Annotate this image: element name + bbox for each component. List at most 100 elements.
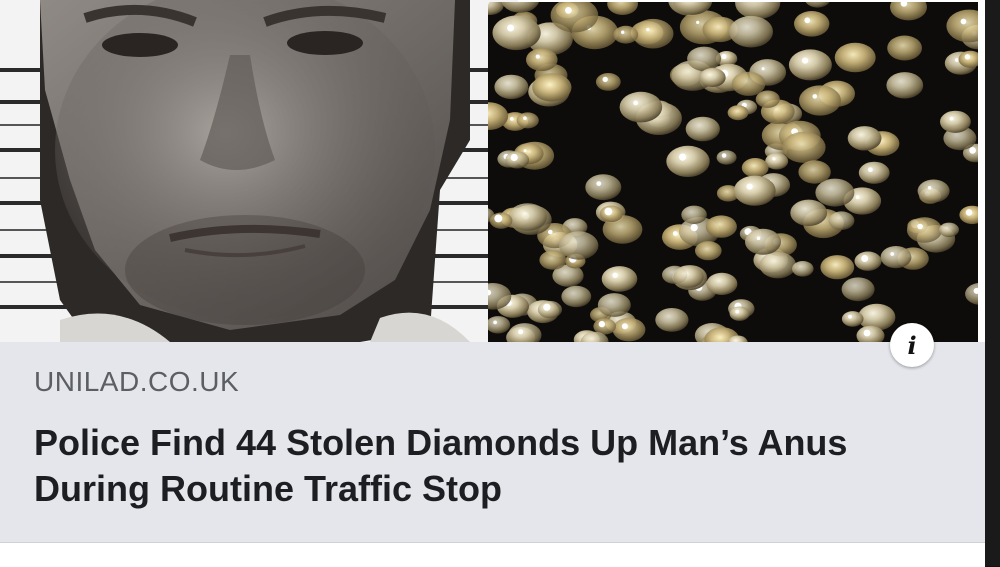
diamond-shape: [834, 42, 876, 73]
diamond-shape: [681, 205, 707, 224]
diamond-shape: [705, 215, 737, 238]
diamond-sparkle: [917, 223, 923, 230]
diamond-shape: [733, 175, 776, 206]
diamond-sparkle: [510, 153, 518, 162]
diamond-shape: [917, 179, 950, 203]
diamond-shape: [880, 246, 912, 269]
diamond-sparkle: [964, 54, 971, 60]
diamond-shape: [798, 160, 831, 184]
card-bottom-strip: [0, 542, 985, 567]
diamond-sparkle: [612, 272, 618, 278]
diamond-shape: [532, 73, 572, 102]
diamond-shape: [858, 161, 890, 184]
link-preview-media[interactable]: i: [0, 0, 985, 367]
diamond-shape: [716, 150, 737, 165]
diamond-shape: [706, 272, 738, 295]
diamond-shape: [731, 71, 766, 96]
diamond-shape: [516, 112, 539, 129]
diamond-shape: [847, 126, 882, 151]
diamond-shape: [613, 25, 639, 44]
diamond-shape: [858, 303, 896, 331]
diamond-sparkle: [543, 303, 551, 311]
diamond-sparkle: [493, 320, 497, 325]
diamond-sparkle: [518, 329, 524, 335]
diamond-sparkle: [927, 186, 932, 190]
diamond-sparkle: [523, 116, 527, 120]
link-preview-text[interactable]: UNILAD.CO.UK Police Find 44 Stolen Diamo…: [0, 342, 985, 542]
diamond-shape: [526, 48, 558, 72]
link-headline[interactable]: Police Find 44 Stolen Diamonds Up Man’s …: [34, 420, 934, 512]
link-domain: UNILAD.CO.UK: [34, 366, 240, 397]
diamond-shape: [695, 241, 722, 261]
diamond-shape: [792, 261, 814, 277]
diamond-sparkle: [679, 153, 687, 161]
diamond-shape: [595, 73, 621, 91]
diamond-sparkle: [596, 181, 602, 187]
diamond-sparkle: [494, 214, 503, 223]
diamonds-photo: [488, 2, 978, 342]
diamond-shape: [741, 158, 769, 178]
diamond-shape: [940, 110, 971, 133]
diamond-shape: [887, 35, 922, 61]
diamond-sparkle: [633, 100, 638, 106]
diamond-sparkle: [863, 329, 871, 337]
diamond-sparkle: [604, 207, 613, 216]
diamond-shape: [820, 255, 855, 280]
diamond-sparkle: [721, 153, 727, 158]
diamond-shape: [508, 203, 547, 231]
diamond-shape: [745, 228, 781, 255]
diamond-sparkle: [861, 255, 869, 262]
diamond-sparkle: [535, 54, 540, 59]
diamond-shape: [673, 265, 704, 288]
diamond-shape: [841, 311, 864, 327]
diamond-sparkle: [969, 147, 976, 154]
diamond-shape: [699, 68, 726, 87]
diamond-shape: [815, 178, 855, 207]
diamond-sparkle: [507, 24, 515, 32]
diamond-shape: [632, 18, 674, 49]
diamond-shape: [685, 116, 720, 142]
diamond-sparkle: [598, 320, 606, 328]
diamond-sparkle: [804, 17, 811, 24]
diamond-shape: [612, 317, 646, 342]
diamond-sparkle: [954, 58, 959, 62]
diamond-sparkle: [772, 157, 776, 161]
diamond-sparkle: [621, 30, 625, 34]
diamond-sparkle: [761, 67, 765, 71]
diamond-shape: [537, 300, 562, 319]
diamond-shape: [799, 85, 841, 116]
diamond-sparkle: [756, 236, 761, 240]
diamond-sparkle: [602, 76, 608, 83]
diamond-shape: [666, 145, 710, 177]
diamond-sparkle: [868, 167, 873, 173]
diamond-shape: [854, 251, 882, 271]
diamond-sparkle: [672, 231, 678, 236]
diamond-sparkle: [965, 209, 973, 216]
diamond-sparkle: [855, 195, 860, 200]
diamond-sparkle: [721, 53, 727, 60]
diamond-shape: [755, 90, 780, 108]
link-preview-card[interactable]: i UNILAD.CO.UK Police Find 44 Stolen Dia…: [0, 0, 985, 567]
diamond-shape: [939, 222, 959, 237]
diamond-sparkle: [735, 309, 740, 314]
diamond-shape: [841, 277, 875, 302]
diamond-shape: [687, 46, 722, 71]
diamond-sparkle: [802, 57, 809, 64]
diamond-sparkle: [949, 116, 954, 121]
diamond-sparkle: [646, 27, 650, 32]
right-gutter: [985, 0, 1000, 566]
diamond-shape: [790, 199, 828, 226]
diamond-shape: [494, 74, 529, 100]
diamond-sparkle: [696, 20, 700, 24]
diamond-sparkle: [960, 18, 967, 25]
diamond-shape: [788, 49, 832, 81]
diamond-shape: [782, 131, 826, 163]
diamond-shape: [828, 211, 855, 230]
diamond-shape: [906, 217, 943, 243]
diamond-sparkle: [746, 183, 753, 190]
diamond-shape: [886, 72, 924, 99]
diamond-shape: [727, 105, 749, 121]
diamond-shape: [619, 91, 663, 123]
diamond-sparkle: [523, 149, 527, 153]
diamond-sparkle: [548, 229, 553, 235]
